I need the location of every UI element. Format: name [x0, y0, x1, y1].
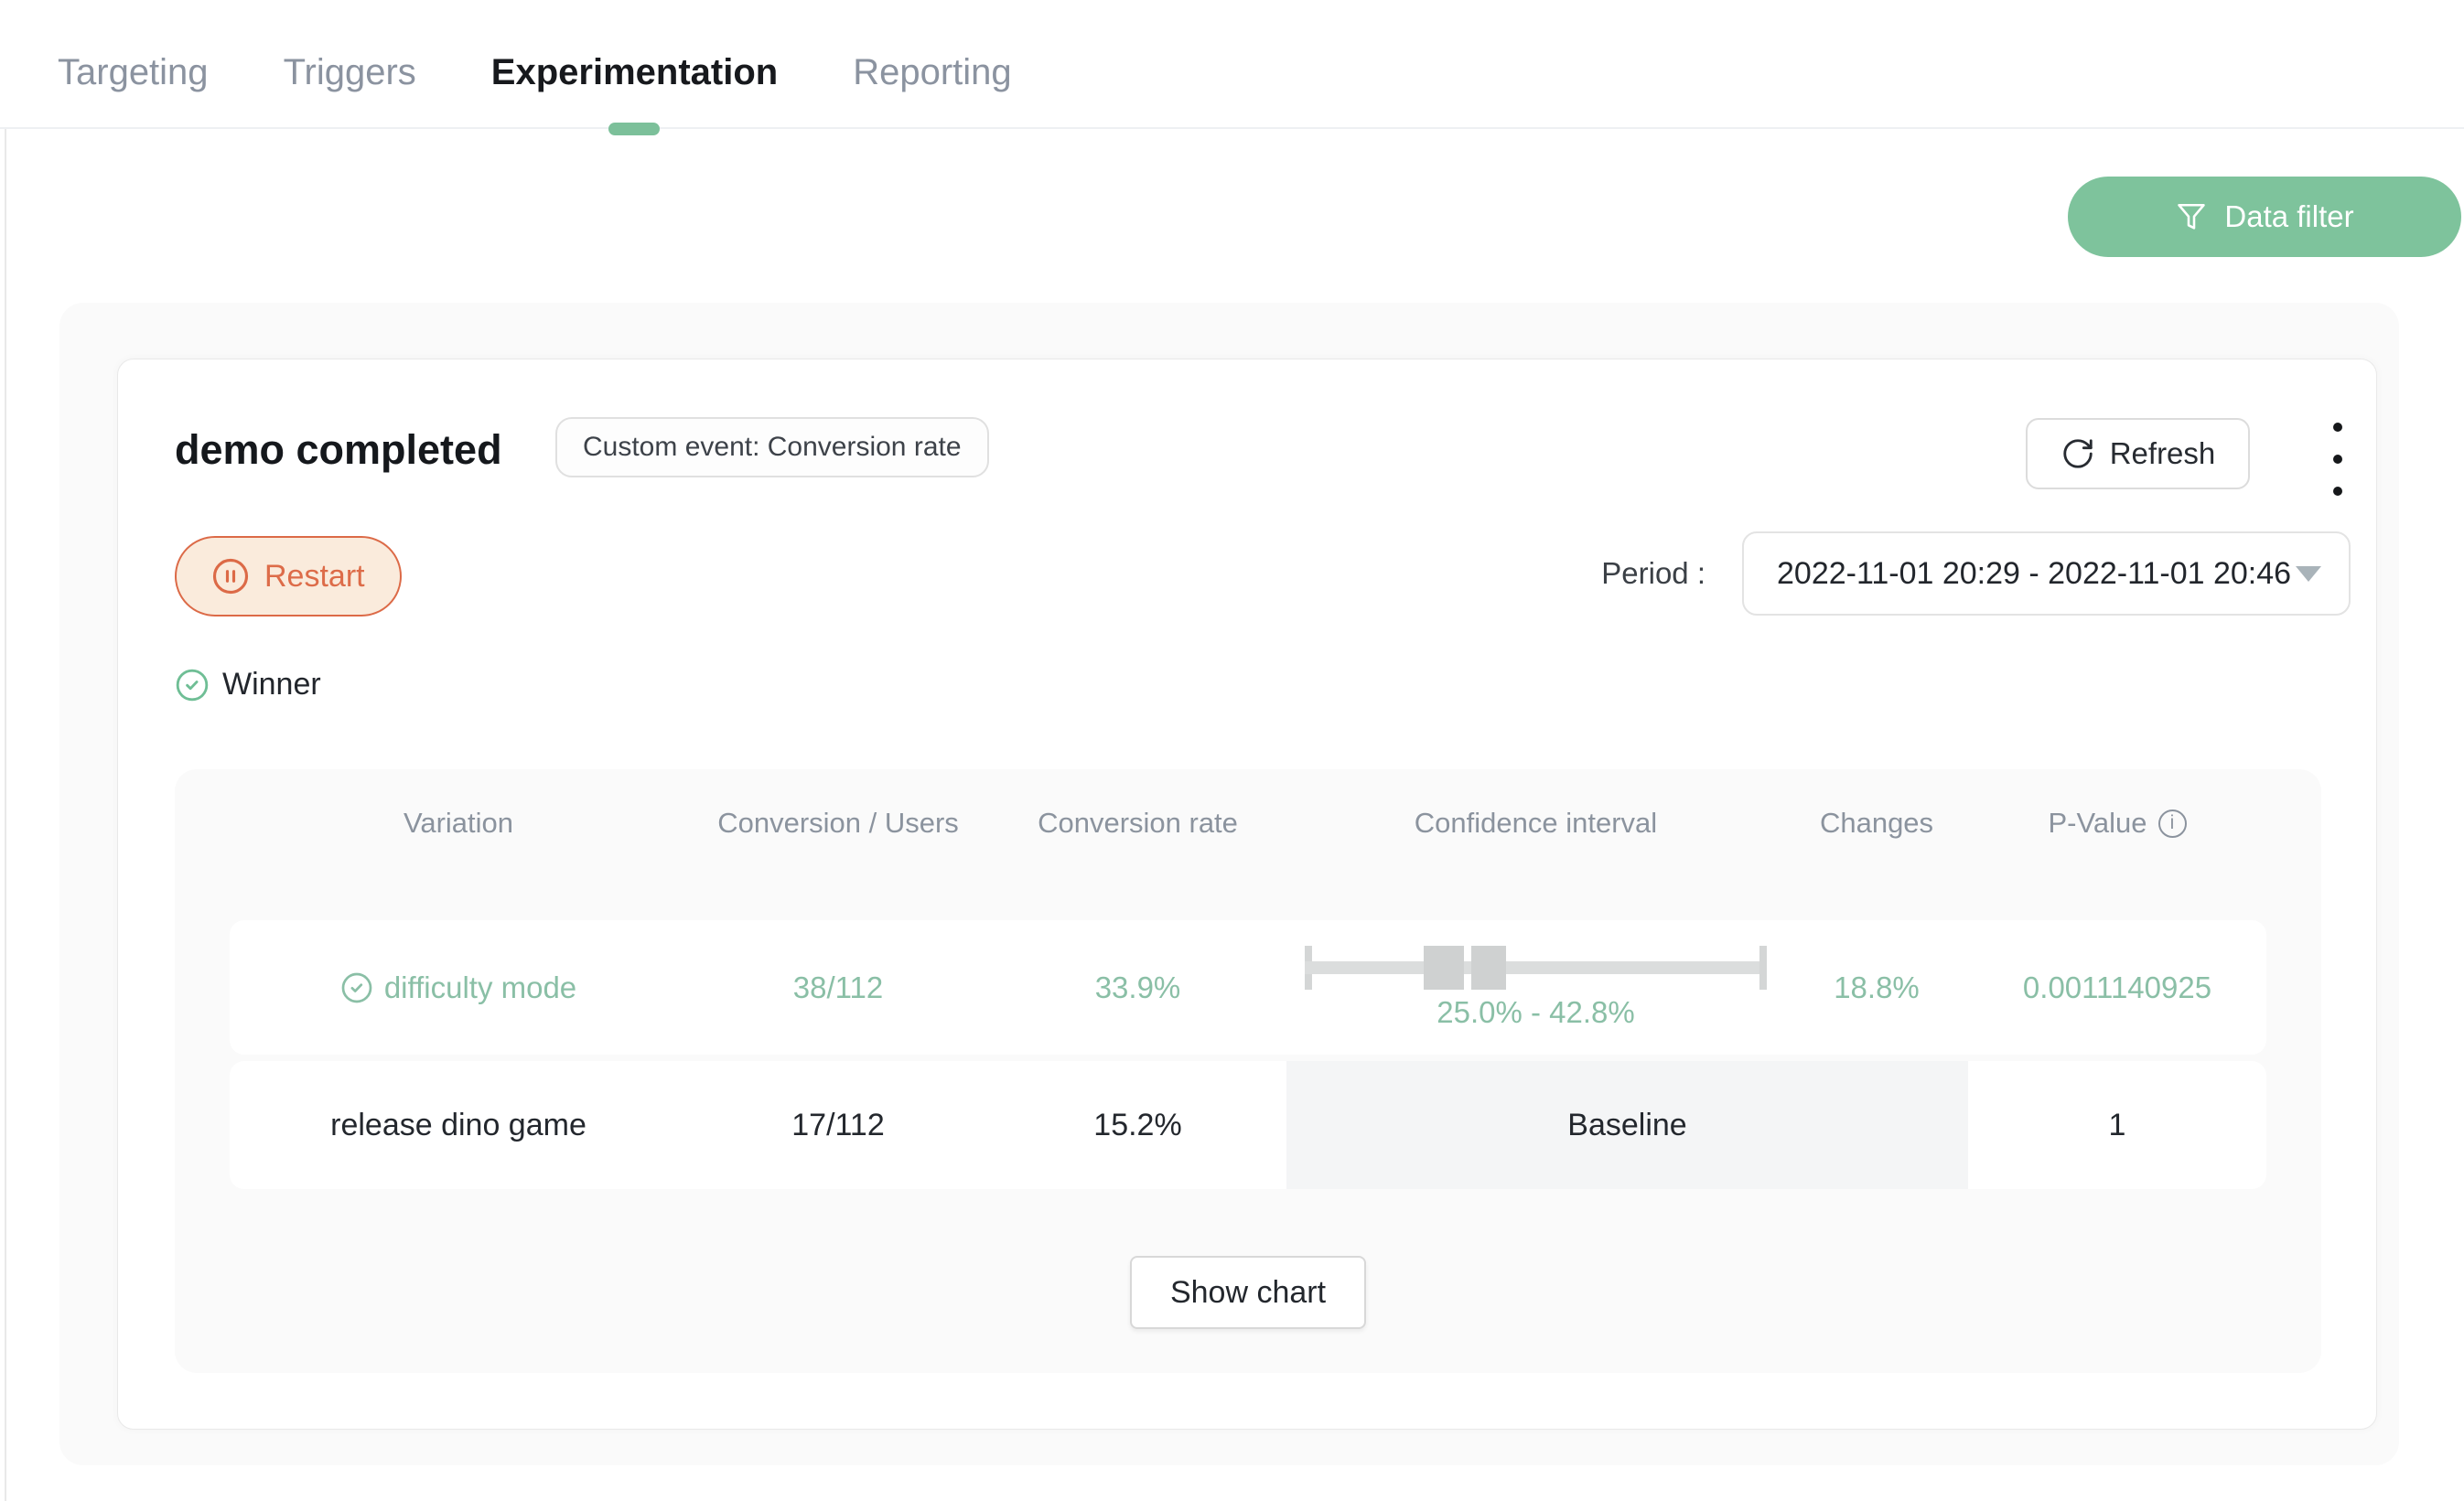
p-value-cell: 0.0011140925 — [1968, 970, 2266, 1005]
refresh-label: Refresh — [2110, 436, 2216, 471]
table-row-winner: difficulty mode 38/112 33.9% 25.0% - 42.… — [230, 920, 2266, 1055]
tab-triggers[interactable]: Triggers — [284, 18, 416, 127]
baseline-cell: Baseline — [1286, 1061, 1968, 1189]
results-table: Variation Conversion / Users Conversion … — [175, 769, 2321, 1373]
experimentation-page: Targeting Triggers Experimentation Repor… — [0, 0, 2464, 1501]
restart-label: Restart — [264, 559, 365, 595]
experiment-card: demo completed Custom event: Conversion … — [117, 359, 2377, 1430]
column-header-p-value: P-Value i — [1968, 807, 2266, 840]
variation-cell: difficulty mode — [230, 970, 687, 1005]
confidence-interval-cell: 25.0% - 42.8% — [1286, 946, 1785, 1030]
table-row-baseline: release dino game 17/112 15.2% Baseline … — [230, 1061, 2266, 1189]
confidence-interval-range: 25.0% - 42.8% — [1436, 995, 1634, 1030]
info-icon[interactable]: i — [2158, 809, 2187, 838]
column-header-conversion-users: Conversion / Users — [687, 807, 989, 840]
column-header-conversion-rate: Conversion rate — [989, 807, 1286, 840]
check-circle-icon — [175, 668, 210, 702]
experiment-panel: demo completed Custom event: Conversion … — [59, 303, 2399, 1465]
winner-flag: Winner — [175, 667, 321, 702]
period-value: 2022-11-01 20:29 - 2022-11-01 20:46 — [1777, 556, 2291, 592]
data-filter-button[interactable]: Data filter — [2068, 177, 2461, 257]
kebab-menu-icon — [2333, 455, 2342, 464]
show-chart-button[interactable]: Show chart — [1130, 1256, 1366, 1329]
tab-bar: Targeting Triggers Experimentation Repor… — [0, 0, 2464, 129]
period-label: Period : — [1601, 556, 1705, 591]
period-group: Period : 2022-11-01 20:29 - 2022-11-01 2… — [1601, 531, 2351, 616]
restart-button[interactable]: Restart — [175, 536, 402, 616]
show-chart-wrap: Show chart — [230, 1256, 2266, 1329]
data-filter-label: Data filter — [2224, 199, 2353, 234]
event-type-badge: Custom event: Conversion rate — [555, 417, 989, 477]
period-range-select[interactable]: 2022-11-01 20:29 - 2022-11-01 20:46 — [1742, 531, 2351, 616]
left-edge-divider — [5, 0, 6, 1501]
tab-label: Reporting — [853, 52, 1011, 93]
confidence-interval-whisker — [1305, 946, 1767, 990]
tab-label: Triggers — [284, 52, 416, 93]
p-value-cell: 1 — [1968, 1108, 2266, 1143]
p-value-label: P-Value — [2049, 807, 2147, 840]
conversion-rate-cell: 15.2% — [989, 1108, 1286, 1143]
chevron-down-icon — [2296, 566, 2321, 582]
refresh-icon — [2061, 436, 2095, 471]
kebab-menu-icon — [2333, 487, 2342, 496]
tab-label: Experimentation — [491, 52, 778, 93]
variation-cell: release dino game — [230, 1108, 687, 1143]
conversion-users-cell: 17/112 — [687, 1108, 989, 1143]
conversion-users-cell: 38/112 — [687, 970, 989, 1005]
variation-name: difficulty mode — [384, 970, 576, 1005]
refresh-button[interactable]: Refresh — [2026, 418, 2250, 489]
tab-reporting[interactable]: Reporting — [853, 18, 1011, 127]
whisker-box — [1424, 946, 1506, 990]
conversion-rate-cell: 33.9% — [989, 970, 1286, 1005]
funnel-icon — [2175, 200, 2208, 233]
changes-cell: 18.8% — [1785, 970, 1968, 1005]
column-header-variation: Variation — [230, 807, 687, 840]
column-header-confidence-interval: Confidence interval — [1286, 807, 1785, 840]
tab-experimentation[interactable]: Experimentation — [491, 18, 778, 127]
experiment-title: demo completed — [175, 426, 502, 474]
whisker-line — [1305, 961, 1767, 974]
check-circle-icon — [340, 971, 373, 1004]
table-header-row: Variation Conversion / Users Conversion … — [230, 793, 2266, 853]
pause-circle-icon — [211, 557, 250, 595]
active-tab-indicator — [608, 123, 660, 135]
tab-label: Targeting — [58, 52, 209, 93]
tab-targeting[interactable]: Targeting — [58, 18, 209, 127]
more-actions-button[interactable] — [2318, 420, 2358, 499]
winner-label: Winner — [222, 667, 321, 702]
whisker-right-cap — [1759, 946, 1767, 990]
kebab-menu-icon — [2333, 423, 2342, 432]
column-header-changes: Changes — [1785, 807, 1968, 840]
